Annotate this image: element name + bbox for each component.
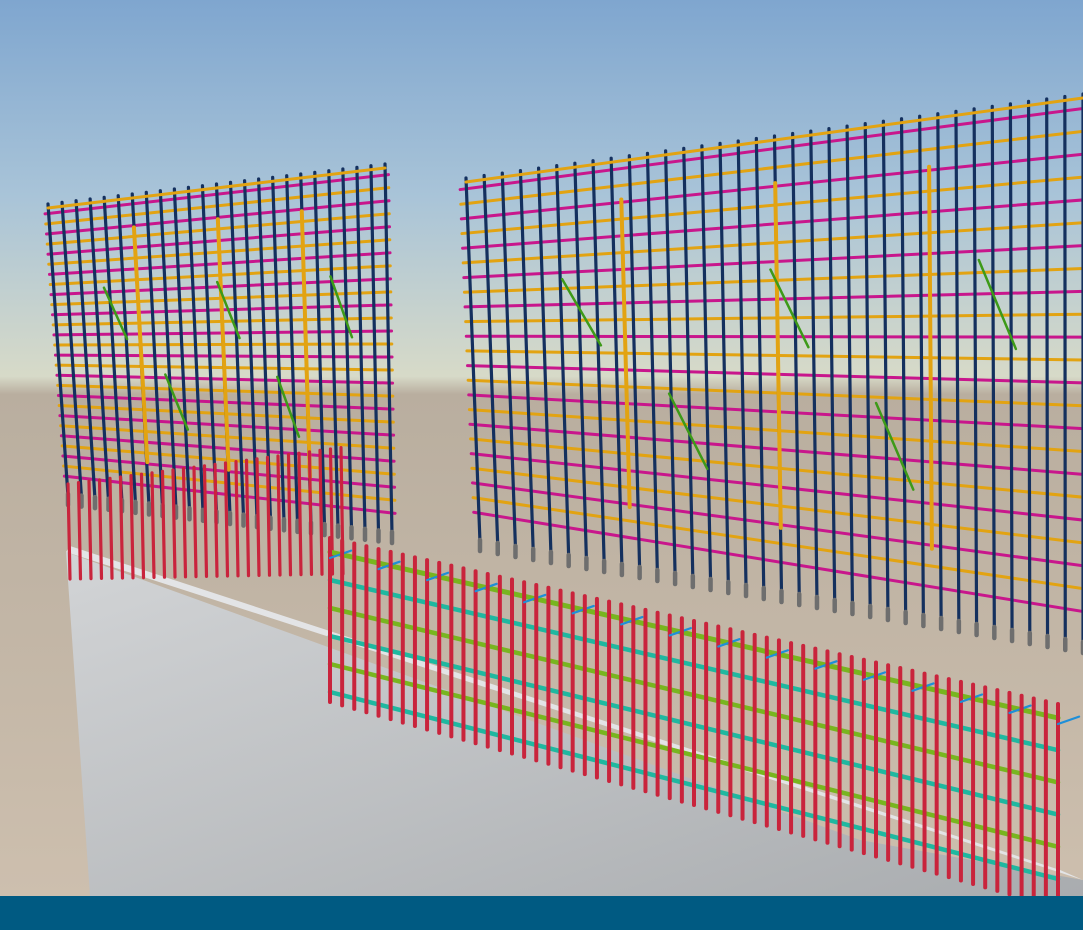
rebar-starter-bar bbox=[76, 481, 83, 581]
rebar-starter-bar bbox=[265, 455, 272, 577]
render-viewport bbox=[0, 0, 1083, 930]
rebar-starter-bar bbox=[234, 460, 240, 578]
rebar-starter-bar bbox=[223, 461, 230, 578]
rebar-starter-bar bbox=[286, 453, 293, 577]
rebar-starter-bar bbox=[139, 472, 146, 580]
rebar-starter-bar bbox=[244, 458, 251, 578]
rebar-starter-bar bbox=[108, 476, 114, 580]
footer-bar bbox=[0, 896, 1083, 930]
rebar-starter-bar bbox=[87, 479, 93, 581]
rebar-starter-bar bbox=[213, 462, 219, 578]
rebar-starter-bar bbox=[181, 467, 188, 579]
rebar-vertical bbox=[1008, 102, 1014, 634]
rebar-starter-bar bbox=[171, 468, 177, 579]
rebar-starter-bar bbox=[129, 474, 135, 580]
rebar-starter-bar bbox=[318, 448, 324, 576]
rebar-starter-bar bbox=[66, 482, 72, 581]
rebar-starter-bar bbox=[297, 451, 303, 577]
rebar-starter-bar bbox=[97, 478, 104, 581]
rebar-boundary-bar bbox=[927, 164, 934, 551]
rebar-vertical bbox=[1026, 99, 1032, 637]
rebar-starter-bar bbox=[160, 469, 167, 579]
rebar-horizontal bbox=[464, 334, 1083, 339]
rebar-vertical bbox=[990, 104, 996, 631]
rebar-starter-bar bbox=[276, 454, 282, 577]
rebar-starter-bar bbox=[192, 465, 198, 579]
rebar-scene bbox=[0, 0, 1083, 896]
rebar-starter-bar bbox=[307, 450, 314, 577]
rebar-starter-bar bbox=[202, 464, 209, 579]
rebar-starter-bar bbox=[118, 475, 125, 580]
rebar-vertical bbox=[1045, 97, 1050, 640]
rebar-starter-bar bbox=[150, 471, 156, 580]
rebar-starter-bar bbox=[255, 457, 261, 578]
